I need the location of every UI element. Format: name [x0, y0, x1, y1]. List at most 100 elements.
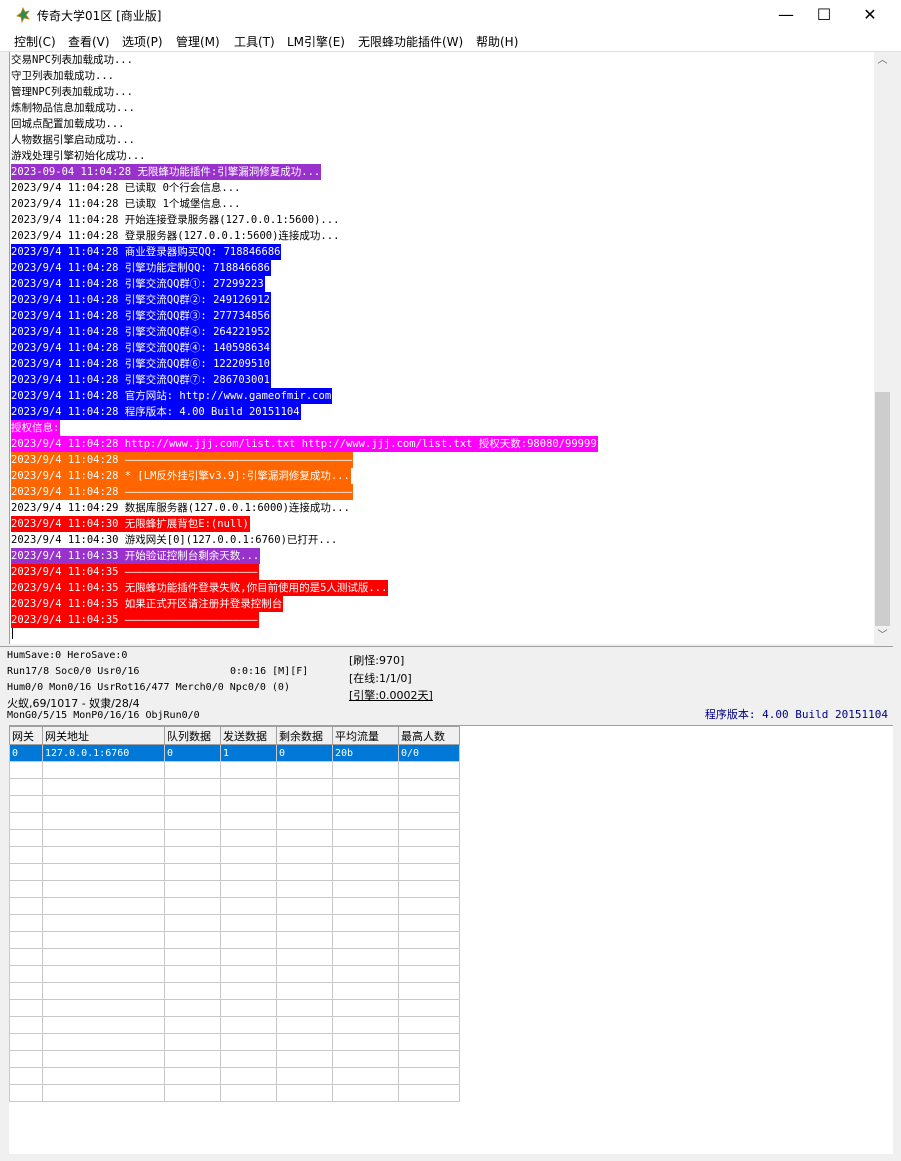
table-row[interactable] [9, 1016, 460, 1034]
table-cell [9, 829, 43, 847]
scroll-thumb[interactable] [875, 392, 890, 626]
column-header[interactable]: 发送数据 [220, 726, 277, 745]
table-row[interactable] [9, 846, 460, 864]
scroll-down-icon[interactable]: ﹀ [874, 627, 891, 644]
table-cell [42, 1033, 165, 1051]
table-row[interactable] [9, 931, 460, 949]
log-scrollbar[interactable]: ︿ ﹀ [874, 52, 891, 644]
table-cell [276, 982, 333, 1000]
menu-bar: 控制(C) 查看(V) 选项(P) 管理(M) 工具(T) LM引擎(E) 无限蜂功能插件(… [0, 30, 901, 52]
table-row[interactable] [9, 812, 460, 830]
column-header[interactable]: 最高人数 [398, 726, 460, 745]
menu-item[interactable]: 帮助(H) [476, 33, 518, 50]
table-cell [276, 880, 333, 898]
maximize-button[interactable]: ☐ [801, 0, 847, 30]
table-row[interactable] [9, 982, 460, 1000]
table-cell [398, 1067, 460, 1085]
window-border [893, 52, 901, 1161]
log-line: 2023/9/4 11:04:28 引擎交流QQ群④: 264221952 [11, 324, 271, 340]
app-icon [16, 7, 30, 23]
menu-item[interactable]: 工具(T) [234, 33, 275, 50]
gateway-grid[interactable]: 网关 网关地址 队列数据 发送数据 剩余数据 平均流量 最高人数 0 127.0.0.1:67… [9, 725, 893, 1154]
table-row[interactable] [9, 863, 460, 881]
table-cell [164, 1050, 221, 1068]
table-cell [9, 778, 43, 796]
log-line: 2023/9/4 11:04:28 引擎交流QQ群④: 140598634 [11, 340, 271, 356]
scroll-up-icon[interactable]: ︿ [874, 52, 891, 69]
menu-item[interactable]: 管理(M) [176, 33, 220, 50]
table-cell [276, 1050, 333, 1068]
table-cell [9, 795, 43, 813]
table-cell [9, 999, 43, 1017]
table-cell [164, 931, 221, 949]
table-cell [42, 846, 165, 864]
column-header[interactable]: 网关地址 [42, 726, 165, 745]
table-cell [332, 1084, 399, 1102]
table-row[interactable] [9, 999, 460, 1017]
table-cell [332, 1050, 399, 1068]
table-cell [398, 846, 460, 864]
table-row[interactable] [9, 829, 460, 847]
menu-item[interactable]: 无限蜂功能插件(W) [358, 33, 463, 50]
table-row[interactable] [9, 778, 460, 796]
log-line: 2023-09-04 11:04:28 无限蜂功能插件:引擎漏洞修复成功... [11, 164, 322, 180]
table-row[interactable] [9, 880, 460, 898]
table-cell [276, 999, 333, 1017]
table-row[interactable] [9, 897, 460, 915]
menu-item[interactable]: 查看(V) [68, 33, 110, 50]
log-line: 2023/9/4 11:04:35 如果正式开区请注册并登录控制台 [11, 596, 284, 612]
table-cell [220, 880, 277, 898]
log-panel[interactable]: 交易NPC列表加载成功... 守卫列表加载成功... 管理NPC列表加载成功... 炼… [9, 52, 875, 644]
table-cell: 0 [164, 744, 221, 762]
table-cell [9, 880, 43, 898]
table-cell [332, 829, 399, 847]
table-row[interactable] [9, 761, 460, 779]
column-header[interactable]: 剩余数据 [276, 726, 333, 745]
title-bar: 传奇大学01区 [商业版] — ☐ ✕ [0, 0, 901, 30]
table-row[interactable] [9, 948, 460, 966]
menu-item[interactable]: 选项(P) [122, 33, 163, 50]
table-cell [164, 761, 221, 779]
table-cell [220, 829, 277, 847]
table-cell [276, 829, 333, 847]
table-cell [398, 1033, 460, 1051]
table-cell [276, 1033, 333, 1051]
table-row[interactable] [9, 795, 460, 813]
table-cell [42, 1067, 165, 1085]
menu-item[interactable]: 控制(C) [14, 33, 56, 50]
table-cell [276, 897, 333, 915]
table-cell: 20b [332, 744, 399, 762]
column-header[interactable]: 队列数据 [164, 726, 221, 745]
menu-item[interactable]: LM引擎(E) [287, 33, 345, 50]
uptime-stat: 0:0:16 [M][F] [230, 666, 309, 677]
log-line: 守卫列表加载成功... [11, 68, 115, 84]
table-cell [398, 982, 460, 1000]
table-cell [164, 795, 221, 813]
table-cell [332, 897, 399, 915]
table-row[interactable] [9, 914, 460, 932]
table-row[interactable] [9, 1067, 460, 1085]
column-header[interactable]: 平均流量 [332, 726, 399, 745]
close-button[interactable]: ✕ [847, 0, 893, 30]
gateway-table: 网关 网关地址 队列数据 发送数据 剩余数据 平均流量 最高人数 0 127.0.0.1:67… [9, 726, 460, 1102]
column-header[interactable]: 网关 [9, 726, 43, 745]
refresh-monster-label: [刷怪:970] [349, 654, 405, 667]
version-label: 程序版本: 4.00 Build 20151104 [704, 708, 888, 721]
table-row[interactable] [9, 1084, 460, 1102]
mongen-stat: MonG0/5/15 MonP0/16/16 ObjRun0/0 [7, 710, 200, 721]
table-cell [164, 829, 221, 847]
table-row[interactable] [9, 1050, 460, 1068]
table-row[interactable] [9, 1033, 460, 1051]
log-line: 2023/9/4 11:04:28 已读取 1个城堡信息... [11, 196, 242, 212]
table-cell [220, 795, 277, 813]
table-cell [398, 761, 460, 779]
table-cell [42, 1084, 165, 1102]
log-line: 人物数据引擎启动成功... [11, 132, 136, 148]
table-cell [220, 1033, 277, 1051]
table-row[interactable] [9, 965, 460, 983]
log-line: 炼制物品信息加载成功... [11, 100, 136, 116]
engine-days-label: [引擎:0.0002天] [349, 689, 433, 702]
table-cell [164, 965, 221, 983]
table-row[interactable]: 0 127.0.0.1:6760 0 1 0 20b 0/0 [9, 744, 460, 762]
table-cell [332, 948, 399, 966]
